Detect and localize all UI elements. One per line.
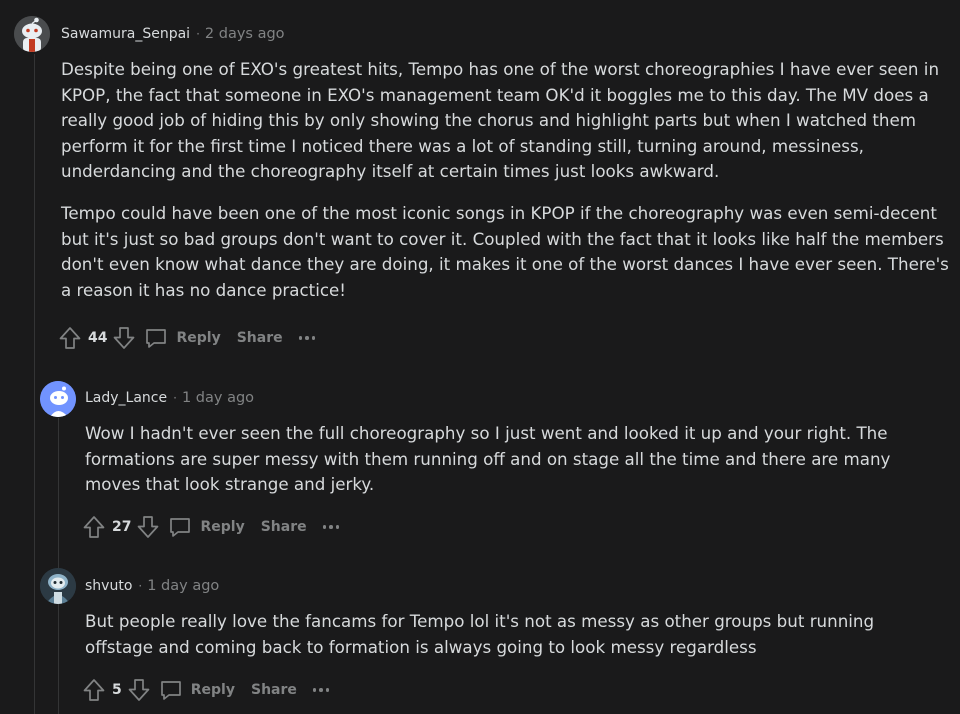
upvote-button[interactable] bbox=[82, 678, 106, 702]
comment-paragraph: Wow I hadn't ever seen the full choreogr… bbox=[85, 423, 891, 495]
reply-button[interactable]: Reply bbox=[159, 678, 235, 702]
avatar[interactable] bbox=[14, 16, 50, 52]
username[interactable]: shvuto bbox=[85, 578, 132, 594]
share-button[interactable]: Share bbox=[237, 330, 283, 346]
thread-line-root[interactable] bbox=[34, 54, 35, 714]
reply-button[interactable]: Reply bbox=[168, 515, 245, 539]
comment-paragraph: Tempo could have been one of the most ic… bbox=[61, 202, 949, 300]
downvote-button[interactable] bbox=[136, 515, 160, 539]
comment-actions: 5 Reply Share bbox=[82, 676, 330, 704]
more-dot-icon bbox=[325, 688, 330, 692]
more-dot-icon bbox=[305, 336, 309, 340]
vote-score: 5 bbox=[112, 682, 122, 698]
more-dot-icon bbox=[335, 525, 340, 529]
vote-score: 27 bbox=[112, 519, 132, 535]
more-dot-icon bbox=[319, 688, 323, 692]
reply-label: Reply bbox=[200, 519, 245, 535]
comment-paragraph: Despite being one of EXO's greatest hits… bbox=[61, 59, 940, 182]
share-button[interactable]: Share bbox=[261, 519, 307, 535]
default-avatar-icon bbox=[40, 381, 76, 417]
timestamp[interactable]: 1 day ago bbox=[147, 578, 219, 594]
downvote-icon bbox=[138, 516, 159, 538]
reply-label: Reply bbox=[176, 330, 221, 346]
comment-body: But people really love the fancams for T… bbox=[85, 609, 945, 660]
upvote-button[interactable] bbox=[58, 326, 82, 350]
more-dot-icon bbox=[322, 525, 327, 529]
more-dot-icon bbox=[329, 525, 333, 529]
comment-body: Despite being one of EXO's greatest hits… bbox=[61, 57, 956, 303]
separator-dot: · bbox=[196, 27, 200, 41]
comment-bubble-icon bbox=[170, 518, 191, 537]
reply-label: Reply bbox=[190, 682, 235, 698]
timestamp[interactable]: 1 day ago bbox=[182, 390, 254, 406]
comment-actions: 27 Reply Share bbox=[82, 513, 340, 541]
snoo-avatar-icon bbox=[40, 568, 76, 604]
more-dot-icon bbox=[312, 688, 317, 692]
downvote-button[interactable] bbox=[127, 678, 151, 702]
more-dot-icon bbox=[298, 336, 303, 340]
separator-dot: · bbox=[173, 391, 177, 405]
comment-paragraph: But people really love the fancams for T… bbox=[85, 611, 875, 657]
avatar[interactable] bbox=[40, 381, 76, 417]
comment-actions: 44 Reply Share bbox=[58, 324, 316, 352]
upvote-button[interactable] bbox=[82, 515, 106, 539]
comment-bubble-icon bbox=[160, 681, 181, 700]
more-options-button[interactable] bbox=[322, 525, 340, 529]
timestamp[interactable]: 2 days ago bbox=[205, 26, 285, 42]
downvote-icon bbox=[128, 679, 150, 701]
more-dot-icon bbox=[311, 336, 316, 340]
comment-body: Wow I hadn't ever seen the full choreogr… bbox=[85, 421, 945, 498]
comment-bubble-icon bbox=[146, 329, 167, 348]
upvote-icon bbox=[83, 516, 105, 538]
thread-line-reply-1[interactable] bbox=[58, 418, 59, 714]
more-options-button[interactable] bbox=[298, 336, 316, 340]
vote-score: 44 bbox=[88, 330, 108, 346]
reply-button[interactable]: Reply bbox=[144, 326, 221, 350]
username[interactable]: Lady_Lance bbox=[85, 390, 167, 406]
more-options-button[interactable] bbox=[312, 688, 330, 692]
share-button[interactable]: Share bbox=[251, 682, 297, 698]
downvote-button[interactable] bbox=[112, 326, 136, 350]
avatar[interactable] bbox=[40, 568, 76, 604]
downvote-icon bbox=[114, 327, 135, 349]
separator-dot: · bbox=[138, 579, 143, 593]
snoo-avatar-icon bbox=[14, 16, 50, 52]
upvote-icon bbox=[83, 679, 105, 701]
upvote-icon bbox=[59, 327, 81, 349]
username[interactable]: Sawamura_Senpai bbox=[61, 26, 190, 42]
